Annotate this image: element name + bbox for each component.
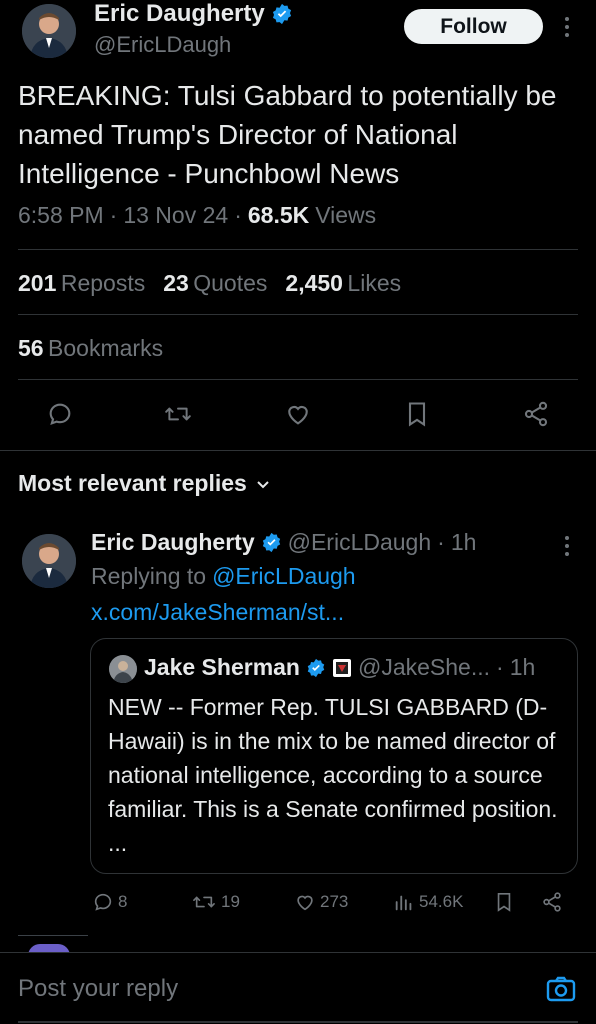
tweet-meta: 6:58 PM · 13 Nov 24 · 68.5K Views xyxy=(18,202,376,229)
verified-badge-icon xyxy=(261,532,282,553)
divider xyxy=(18,249,578,250)
share-icon xyxy=(543,892,561,912)
bookmarks-stat[interactable]: 56 Bookmarks xyxy=(18,335,163,362)
bookmark-icon[interactable] xyxy=(403,400,431,428)
tweet-time[interactable]: 6:58 PM xyxy=(18,202,104,229)
bookmark-icon xyxy=(497,893,511,912)
divider xyxy=(18,314,578,315)
reply-input-placeholder: Post your reply xyxy=(18,975,179,1002)
follow-button-label: Follow xyxy=(440,14,507,38)
like-icon xyxy=(297,895,313,911)
tweet-stats: 201 Reposts 23 Quotes 2,450 Likes xyxy=(18,270,401,297)
tweet-text: BREAKING: Tulsi Gabbard to potentially b… xyxy=(18,80,557,189)
reply-input[interactable]: Post your reply xyxy=(18,975,518,1007)
reply-reposts-action[interactable]: 19 xyxy=(191,891,240,913)
repost-icon xyxy=(193,896,215,908)
tweet-date[interactable]: 13 Nov 24 xyxy=(123,202,228,229)
verified-badge-icon xyxy=(306,658,326,678)
replies-header: Most relevant replies xyxy=(18,470,247,496)
share-icon[interactable] xyxy=(522,400,550,428)
separator-dot: · xyxy=(234,202,242,228)
reposts-count: 201 xyxy=(18,270,57,296)
bookmarks-count: 56 xyxy=(18,335,44,361)
quote-author-name: Jake Sherman xyxy=(144,654,300,680)
quotes-label: Quotes xyxy=(193,270,268,296)
likes-label: Likes xyxy=(347,270,402,296)
repost-icon[interactable] xyxy=(164,400,192,428)
thread-divider xyxy=(18,935,88,936)
views-count: 68.5K xyxy=(247,202,310,228)
follow-button[interactable]: Follow xyxy=(404,9,543,44)
replies-sort-dropdown[interactable]: Most relevant replies xyxy=(18,470,271,497)
chevron-down-icon xyxy=(255,476,271,492)
reposts-stat[interactable]: 201 Reposts xyxy=(18,270,145,297)
likes-stat[interactable]: 2,450 Likes xyxy=(285,270,401,297)
quote-author-handle: @JakeShe... xyxy=(357,654,491,680)
composer-underline xyxy=(18,1021,578,1023)
separator-dot: · xyxy=(109,202,118,228)
like-icon[interactable] xyxy=(284,400,312,428)
views-icon xyxy=(395,895,412,911)
quoted-tweet-card[interactable]: Jake Sherman @JakeShe... · 1h NEW -- For… xyxy=(90,638,578,874)
divider xyxy=(18,379,578,380)
verified-badge-icon xyxy=(271,3,293,25)
reply-composer: Post your reply xyxy=(0,952,596,1024)
reply-author-handle[interactable]: @EricLDaugh xyxy=(288,529,432,556)
reply-replies-count: 8 xyxy=(118,892,128,911)
reply-reposts-count: 19 xyxy=(221,892,240,911)
quote-text: NEW -- Former Rep. TULSI GABBARD (D-Hawa… xyxy=(108,694,558,856)
reply-time[interactable]: 1h xyxy=(451,529,477,556)
reply-likes-count: 273 xyxy=(320,892,349,911)
replying-to-label: Replying to xyxy=(91,563,207,589)
replying-to-handle[interactable]: @EricLDaugh xyxy=(212,563,356,590)
separator-dot: · xyxy=(437,529,445,555)
author-name[interactable]: Eric Daugherty xyxy=(94,0,265,28)
quote-author-avatar xyxy=(109,655,137,683)
reply-author-avatar[interactable] xyxy=(22,534,76,588)
reply-author-name[interactable]: Eric Daugherty xyxy=(91,529,255,556)
reply-views-action[interactable]: 54.6K xyxy=(393,891,463,913)
reply-icon xyxy=(94,893,112,911)
quotes-count: 23 xyxy=(163,270,189,296)
author-avatar[interactable] xyxy=(22,4,76,58)
quotes-stat[interactable]: 23 Quotes xyxy=(163,270,267,297)
quote-time: 1h xyxy=(509,654,536,680)
reply-replies-action[interactable]: 8 xyxy=(92,891,127,913)
camera-icon[interactable] xyxy=(546,975,576,1003)
reply-views-count: 54.6K xyxy=(419,892,464,911)
reposts-label: Reposts xyxy=(60,270,146,296)
bookmarks-label: Bookmarks xyxy=(48,335,164,361)
views-label: Views xyxy=(315,202,377,228)
reply-more-options-icon[interactable] xyxy=(560,535,574,557)
reply-bookmark-action[interactable] xyxy=(494,891,514,913)
reply-likes-action[interactable]: 273 xyxy=(294,891,348,913)
author-handle[interactable]: @EricLDaugh xyxy=(94,32,231,58)
separator-dot: · xyxy=(496,654,504,680)
more-options-icon[interactable] xyxy=(560,16,574,38)
reply-icon[interactable] xyxy=(46,400,74,428)
affiliation-badge-icon xyxy=(332,658,352,678)
reply-share-action[interactable] xyxy=(541,891,563,913)
reply-link[interactable]: x.com/JakeSherman/st... xyxy=(91,599,344,626)
divider xyxy=(0,450,596,451)
likes-count: 2,450 xyxy=(285,270,343,296)
